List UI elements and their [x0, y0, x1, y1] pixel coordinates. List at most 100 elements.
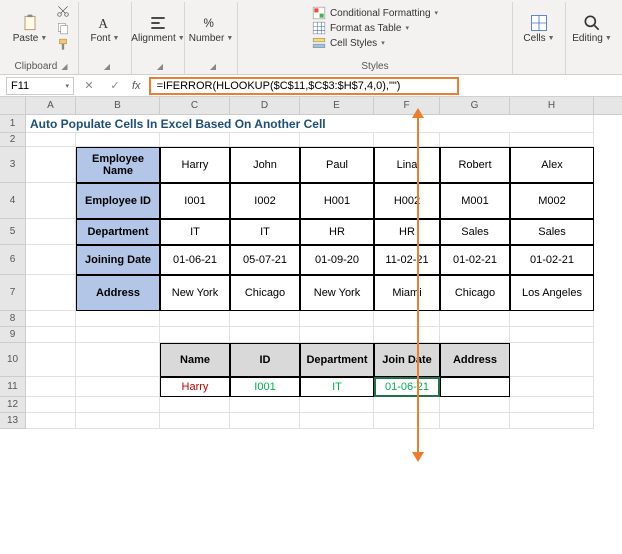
cell[interactable] — [26, 133, 76, 147]
row-header[interactable]: 9 — [0, 327, 25, 343]
cell[interactable] — [440, 413, 510, 429]
table1-cell[interactable]: Los Angeles — [510, 275, 594, 311]
table1-cell[interactable]: Alex — [510, 147, 594, 183]
row-header[interactable]: 3 — [0, 147, 25, 183]
alignment-launcher-icon[interactable]: ◢ — [157, 62, 163, 71]
cell[interactable] — [374, 133, 440, 147]
cell-styles-button[interactable]: Cell Styles▾ — [312, 36, 438, 50]
cell[interactable] — [76, 413, 160, 429]
cell[interactable] — [160, 397, 230, 413]
table1-cell[interactable]: 01-02-21 — [440, 245, 510, 275]
table1-cell[interactable]: HR — [300, 219, 374, 245]
table1-cell[interactable]: H002 — [374, 183, 440, 219]
table1-cell[interactable]: Chicago — [230, 275, 300, 311]
cell[interactable] — [300, 133, 374, 147]
table1-cell[interactable]: 01-06-21 — [160, 245, 230, 275]
table1-cell[interactable]: I002 — [230, 183, 300, 219]
col-header[interactable]: G — [440, 97, 510, 114]
title-cell[interactable]: Auto Populate Cells In Excel Based On An… — [26, 115, 594, 133]
table1-row-header[interactable]: Joining Date — [76, 245, 160, 275]
table1-cell[interactable]: John — [230, 147, 300, 183]
cell[interactable] — [374, 397, 440, 413]
cell[interactable] — [440, 311, 510, 327]
clipboard-launcher-icon[interactable]: ◢ — [61, 62, 67, 71]
select-all-corner[interactable] — [0, 97, 26, 114]
row-header[interactable]: 5 — [0, 219, 25, 245]
format-as-table-button[interactable]: Format as Table▾ — [312, 21, 438, 35]
cell[interactable] — [374, 327, 440, 343]
format-painter-button[interactable] — [54, 38, 72, 53]
cell[interactable] — [160, 327, 230, 343]
table2-header[interactable]: Address — [440, 343, 510, 377]
table1-cell[interactable]: Robert — [440, 147, 510, 183]
cell[interactable] — [76, 327, 160, 343]
cell[interactable] — [26, 183, 76, 219]
cell[interactable] — [26, 275, 76, 311]
table1-cell[interactable]: New York — [160, 275, 230, 311]
row-header[interactable]: 8 — [0, 311, 25, 327]
cell[interactable] — [230, 311, 300, 327]
table2-value-address[interactable] — [440, 377, 510, 397]
cell[interactable] — [76, 377, 160, 397]
cell[interactable] — [510, 311, 594, 327]
col-header[interactable]: B — [76, 97, 160, 114]
table1-row-header[interactable]: Address — [76, 275, 160, 311]
cell[interactable] — [76, 311, 160, 327]
table1-cell[interactable]: 01-09-20 — [300, 245, 374, 275]
col-header[interactable]: H — [510, 97, 594, 114]
fx-icon[interactable]: fx — [132, 80, 141, 92]
cell[interactable] — [374, 413, 440, 429]
table1-cell[interactable]: 11-02-21 — [374, 245, 440, 275]
table2-header[interactable]: Name — [160, 343, 230, 377]
table1-row-header[interactable]: Department — [76, 219, 160, 245]
cell[interactable] — [26, 413, 76, 429]
row-header[interactable]: 4 — [0, 183, 25, 219]
cell[interactable] — [230, 133, 300, 147]
table2-header[interactable]: Department — [300, 343, 374, 377]
table1-cell[interactable]: Sales — [440, 219, 510, 245]
formula-input[interactable]: =IFERROR(HLOOKUP($C$11,$C$3:$H$7,4,0),""… — [149, 77, 459, 95]
row-header[interactable]: 13 — [0, 413, 25, 429]
table1-cell[interactable]: IT — [160, 219, 230, 245]
paste-button[interactable]: Paste▼ — [10, 3, 50, 53]
cells-area[interactable]: Auto Populate Cells In Excel Based On An… — [26, 115, 622, 429]
table1-cell[interactable]: M001 — [440, 183, 510, 219]
number-button[interactable]: % Number▼ — [191, 3, 231, 53]
copy-button[interactable] — [54, 20, 72, 35]
cell[interactable] — [160, 311, 230, 327]
cell[interactable] — [300, 413, 374, 429]
cell[interactable] — [510, 327, 594, 343]
table1-cell[interactable]: IT — [230, 219, 300, 245]
cell[interactable] — [160, 133, 230, 147]
col-header[interactable]: E — [300, 97, 374, 114]
cell[interactable] — [300, 327, 374, 343]
row-header[interactable]: 2 — [0, 133, 25, 147]
row-header[interactable]: 11 — [0, 377, 25, 397]
table2-header[interactable]: Join Date — [374, 343, 440, 377]
table1-cell[interactable]: M002 — [510, 183, 594, 219]
col-header[interactable]: A — [26, 97, 76, 114]
table1-cell[interactable]: Harry — [160, 147, 230, 183]
row-header[interactable]: 1 — [0, 115, 25, 133]
table1-cell[interactable]: Paul — [300, 147, 374, 183]
font-button[interactable]: A Font▼ — [85, 3, 125, 53]
table1-row-header[interactable]: Employee Name — [76, 147, 160, 183]
col-header[interactable]: F — [374, 97, 440, 114]
table1-cell[interactable]: Lina — [374, 147, 440, 183]
cell[interactable] — [510, 133, 594, 147]
row-header[interactable]: 12 — [0, 397, 25, 413]
table1-cell[interactable]: Miami — [374, 275, 440, 311]
cell[interactable] — [230, 413, 300, 429]
cell[interactable] — [510, 343, 594, 377]
table1-cell[interactable]: H001 — [300, 183, 374, 219]
cell[interactable] — [510, 377, 594, 397]
row-header[interactable]: 6 — [0, 245, 25, 275]
table1-cell[interactable]: Chicago — [440, 275, 510, 311]
cut-button[interactable] — [54, 3, 72, 18]
cell[interactable] — [26, 377, 76, 397]
font-launcher-icon[interactable]: ◢ — [104, 62, 110, 71]
row-header[interactable]: 7 — [0, 275, 25, 311]
cell[interactable] — [300, 311, 374, 327]
alignment-button[interactable]: Alignment▼ — [138, 3, 178, 53]
table1-cell[interactable]: 01-02-21 — [510, 245, 594, 275]
